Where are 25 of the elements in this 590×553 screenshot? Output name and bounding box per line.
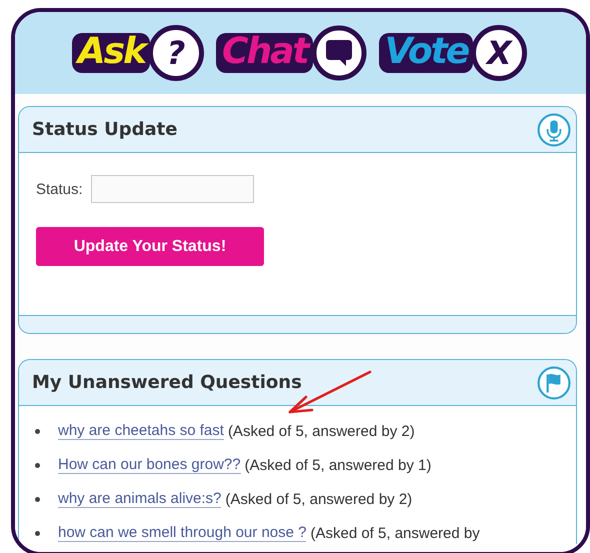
question-detail: (Asked of 5, answered by 2) bbox=[225, 490, 412, 508]
flag-icon bbox=[537, 366, 571, 400]
panel-title: Status Update bbox=[32, 119, 178, 140]
x-letter-icon: X bbox=[471, 25, 528, 81]
question-detail: (Asked of 5, answered by 1) bbox=[244, 456, 432, 474]
logo-word: Chat bbox=[216, 33, 313, 73]
bullet-icon bbox=[35, 428, 40, 434]
question-detail: (Asked of 5, answered by bbox=[310, 524, 480, 542]
question-link[interactable]: why are animals alive:s? bbox=[58, 490, 222, 508]
microphone-icon bbox=[537, 112, 571, 146]
bullet-icon bbox=[35, 530, 40, 536]
question-mark-icon: ? bbox=[148, 25, 204, 81]
panel-title: My Unanswered Questions bbox=[32, 372, 302, 393]
question-detail: (Asked of 5, answered by 2) bbox=[228, 422, 415, 440]
question-link[interactable]: why are cheetahs so fast bbox=[58, 422, 224, 440]
question-link[interactable]: How can our bones grow?? bbox=[58, 456, 241, 474]
status-field[interactable] bbox=[90, 175, 254, 203]
status-label: Status: bbox=[36, 180, 83, 198]
question-link[interactable]: how can we smell through our nose ? bbox=[58, 524, 306, 542]
bullet-icon bbox=[35, 462, 40, 468]
update-status-button[interactable]: Update Your Status! bbox=[36, 227, 264, 266]
logo-word: Ask bbox=[72, 33, 150, 73]
chat-bubble-icon bbox=[310, 25, 367, 81]
logo-word: Vote bbox=[378, 33, 474, 73]
bullet-icon bbox=[35, 496, 40, 502]
